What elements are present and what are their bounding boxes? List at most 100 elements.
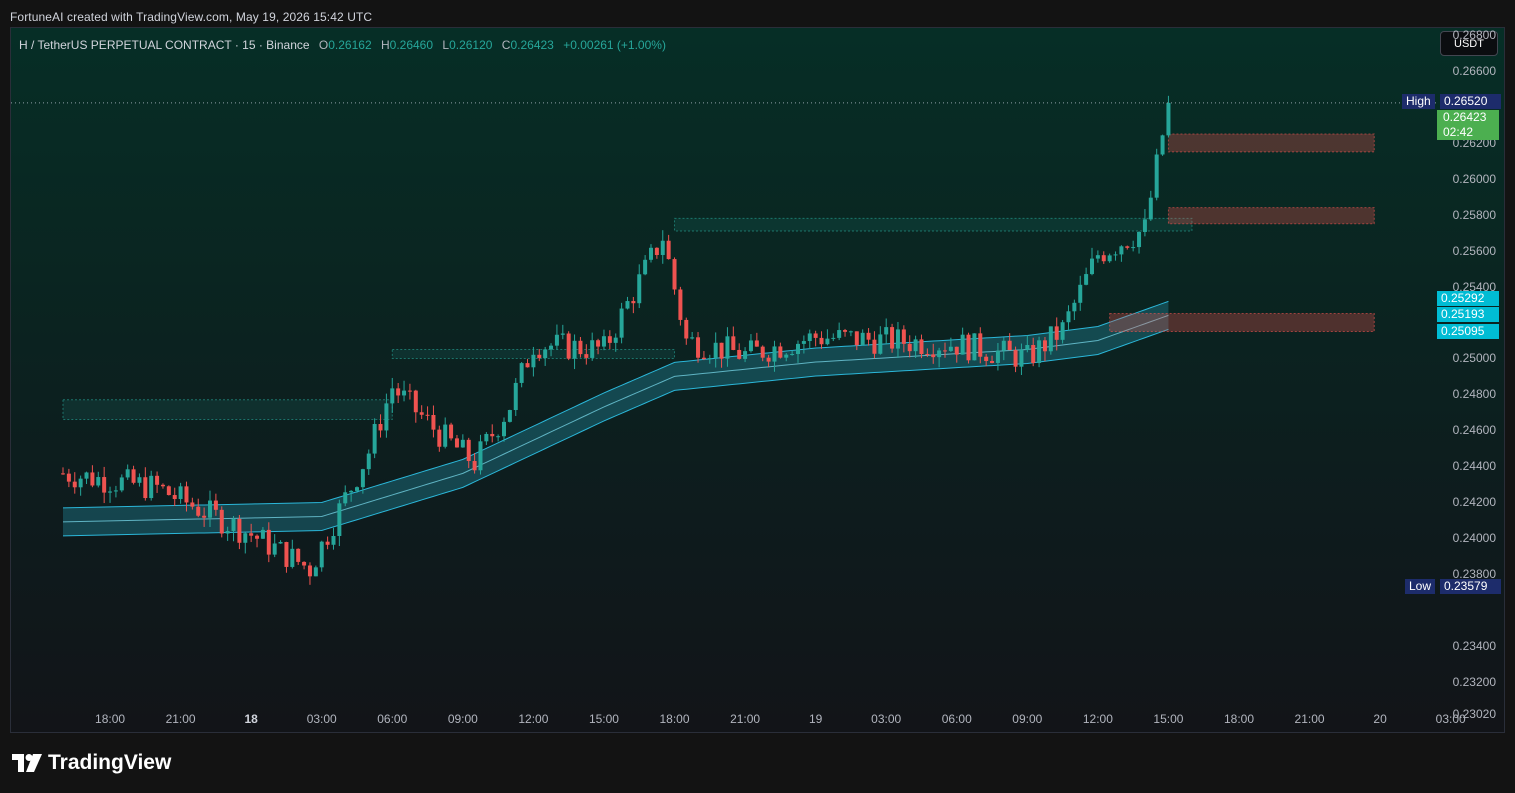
candle-body <box>360 469 365 488</box>
candle-body <box>578 340 583 355</box>
candle-body <box>1154 154 1159 198</box>
candle-body <box>302 561 307 566</box>
candle-body <box>607 336 612 343</box>
candle-body <box>72 481 77 488</box>
candle-body <box>972 333 977 361</box>
price-chart[interactable] <box>11 28 1504 732</box>
candle-body <box>372 424 377 454</box>
candle-body <box>1101 255 1106 262</box>
time-axis-label: 09:00 <box>1012 712 1043 726</box>
candle-body <box>296 548 301 562</box>
level-tag-1: 0.25292 <box>1437 291 1499 306</box>
candle-body <box>837 330 842 338</box>
candle-body <box>166 486 171 496</box>
price-axis-label: 0.26600 <box>1452 64 1496 79</box>
candle-body <box>619 308 624 338</box>
time-axis-label: 03:00 <box>306 712 337 726</box>
chart-caption: FortuneAI created with TradingView.com, … <box>10 10 373 24</box>
candle-body <box>290 548 295 567</box>
candle-body <box>431 415 436 430</box>
candle-body <box>943 350 947 352</box>
candle-body <box>960 334 965 355</box>
candle-body <box>890 327 895 349</box>
chart-frame[interactable]: H / TetherUS PERPETUAL CONTRACT · 15 · B… <box>10 27 1505 733</box>
candle-body <box>649 247 653 260</box>
candle-body <box>878 334 883 354</box>
candle-body <box>572 340 577 359</box>
demand-zone <box>62 399 393 421</box>
candle-body <box>78 478 83 488</box>
time-axis-label: 15:00 <box>588 712 619 726</box>
candle-body <box>895 329 900 349</box>
candle-body <box>984 356 989 362</box>
candle-body <box>484 433 489 442</box>
candle-body <box>672 259 677 290</box>
tradingview-logo[interactable]: TradingView <box>12 751 171 775</box>
candle-body <box>1142 219 1147 232</box>
time-axis-label: 12:00 <box>518 712 549 726</box>
candle-body <box>413 390 418 413</box>
candle-body <box>566 333 571 359</box>
candle-body <box>948 346 953 351</box>
time-axis-label: 18:00 <box>659 712 690 726</box>
candle-body <box>1042 340 1047 352</box>
candle-body <box>102 477 107 493</box>
candle-body <box>249 533 254 536</box>
candle-body <box>407 390 412 392</box>
time-axis-label: 09:00 <box>447 712 478 726</box>
candle-body <box>1107 255 1112 262</box>
time-axis-label: 21:00 <box>1294 712 1325 726</box>
time-axis-label: 18:00 <box>1223 712 1255 726</box>
candle-body <box>596 340 601 347</box>
candle-body <box>208 500 212 518</box>
candle-body <box>601 336 606 347</box>
candle-body <box>995 350 1000 363</box>
candle-body <box>843 330 848 332</box>
candle-body <box>719 342 724 359</box>
price-axis-label: 0.25600 <box>1452 243 1496 258</box>
candle-body <box>537 354 542 359</box>
low-value: 0.26120 <box>449 38 493 52</box>
candle-body <box>925 354 930 356</box>
candle-body <box>913 339 918 352</box>
candle-body <box>901 329 906 344</box>
candle-body <box>554 334 559 346</box>
candle-body <box>496 436 501 438</box>
candle-body <box>813 333 818 338</box>
candle-body <box>1054 326 1059 340</box>
candle-body <box>1119 246 1124 255</box>
candle-body <box>278 542 283 544</box>
candle-body <box>684 319 689 339</box>
candle-body <box>478 441 483 471</box>
time-axis-label: 20 <box>1373 712 1387 726</box>
high-tag-value: 0.26520 <box>1440 94 1501 109</box>
candle-body <box>454 438 459 448</box>
candle-body <box>737 349 742 359</box>
price-axis-label: 0.23400 <box>1452 638 1496 653</box>
candle-body <box>678 289 683 320</box>
candle-body <box>196 506 201 516</box>
candle-body <box>690 337 695 339</box>
supply-zone <box>1167 207 1375 225</box>
candle-body <box>184 486 189 503</box>
candle-body <box>125 469 130 478</box>
candle-body <box>137 477 142 483</box>
candle-body <box>784 354 789 358</box>
candle-body <box>225 530 230 534</box>
candle-body <box>937 350 942 358</box>
time-axis-label: 03:00 <box>871 712 902 726</box>
candle-body <box>84 472 89 479</box>
candle-body <box>590 340 595 358</box>
time-axis-label: 03:00 <box>1435 712 1466 726</box>
candle-body <box>131 469 136 483</box>
candle-body <box>1060 322 1065 340</box>
time-axis-label: 21:00 <box>165 712 196 726</box>
candle-body <box>61 473 65 475</box>
candle-body <box>266 529 271 555</box>
candle-body <box>178 486 183 500</box>
time-axis-label: 19 <box>808 712 823 726</box>
symbol-title[interactable]: H / TetherUS PERPETUAL CONTRACT · 15 · B… <box>19 38 310 52</box>
candle-body <box>1090 258 1094 275</box>
supply-zone <box>1109 313 1375 333</box>
candle-body <box>349 490 354 493</box>
